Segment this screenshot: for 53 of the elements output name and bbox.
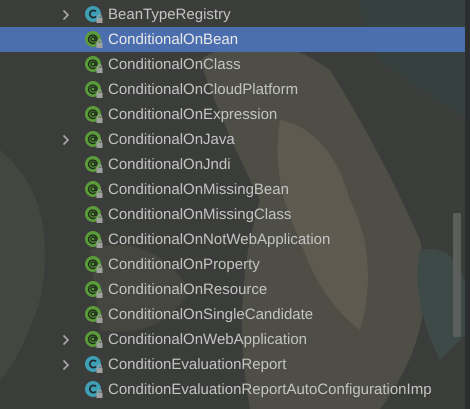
annotation-icon — [84, 30, 104, 50]
annotation-icon — [84, 304, 104, 324]
chevron-icon[interactable] — [62, 334, 70, 346]
tree-item[interactable]: ConditionEvaluationReportAutoConfigurationImp — [0, 377, 470, 402]
tree-item[interactable]: ConditionalOnExpression — [0, 102, 470, 127]
annotation-icon — [84, 254, 104, 274]
tree-item[interactable]: ConditionalOnJndi — [0, 152, 470, 177]
tree-item[interactable]: ConditionalOnJava — [0, 127, 470, 152]
tree-item[interactable]: ConditionalOnSingleCandidate — [0, 302, 470, 327]
tree-item[interactable]: ConditionalOnProperty — [0, 252, 470, 277]
item-label: ConditionalOnMissingBean — [108, 181, 289, 198]
annotation-icon — [84, 80, 104, 100]
annotation-icon — [84, 54, 104, 74]
tree-item[interactable]: ConditionalOnMissingBean — [0, 177, 470, 202]
tree-item[interactable]: ConditionalOnCloudPlatform — [0, 77, 470, 102]
chevron-icon[interactable] — [62, 134, 70, 146]
annotation-icon — [84, 204, 104, 224]
item-label: ConditionalOnResource — [108, 281, 268, 298]
item-label: ConditionalOnBean — [108, 31, 238, 48]
item-label: ConditionalOnNotWebApplication — [108, 231, 330, 248]
tree-item[interactable]: BeanTypeRegistry — [0, 2, 470, 27]
annotation-icon — [84, 130, 104, 150]
item-label: ConditionalOnSingleCandidate — [108, 306, 314, 323]
class-icon — [84, 380, 104, 400]
selected-tree-item[interactable]: ConditionalOnBean — [0, 27, 465, 52]
scrollbar[interactable] — [453, 213, 461, 337]
tree-item[interactable]: ConditionalOnResource — [0, 277, 470, 302]
tree-item[interactable]: ConditionalOnClass — [0, 52, 470, 77]
annotation-icon — [84, 104, 104, 124]
annotation-icon — [84, 154, 104, 174]
item-label: BeanTypeRegistry — [108, 6, 231, 23]
class-icon — [84, 4, 104, 24]
annotation-icon — [84, 280, 104, 300]
item-label: ConditionalOnExpression — [108, 106, 278, 123]
tree-item[interactable]: ConditionalOnMissingClass — [0, 202, 470, 227]
annotation-icon — [84, 180, 104, 200]
tree-item[interactable]: ConditionalOnWebApplication — [0, 327, 470, 352]
item-label: ConditionalOnWebApplication — [108, 331, 308, 348]
chevron-icon[interactable] — [62, 358, 70, 370]
item-label: ConditionalOnJndi — [108, 156, 231, 173]
tree-item[interactable]: ConditionEvaluationReport — [0, 352, 470, 377]
class-icon — [84, 354, 104, 374]
chevron-icon[interactable] — [62, 8, 70, 20]
annotation-icon — [84, 230, 104, 250]
tree-item[interactable]: ConditionalOnNotWebApplication — [0, 227, 470, 252]
item-label: ConditionEvaluationReportAutoConfigurationImp — [108, 381, 432, 398]
item-label: ConditionalOnMissingClass — [108, 206, 292, 223]
item-label: ConditionEvaluationReport — [108, 356, 286, 373]
item-label: ConditionalOnJava — [108, 131, 235, 148]
item-label: ConditionalOnCloudPlatform — [108, 81, 298, 98]
item-label: ConditionalOnClass — [108, 56, 241, 73]
item-label: ConditionalOnProperty — [108, 256, 260, 273]
annotation-icon — [84, 330, 104, 350]
